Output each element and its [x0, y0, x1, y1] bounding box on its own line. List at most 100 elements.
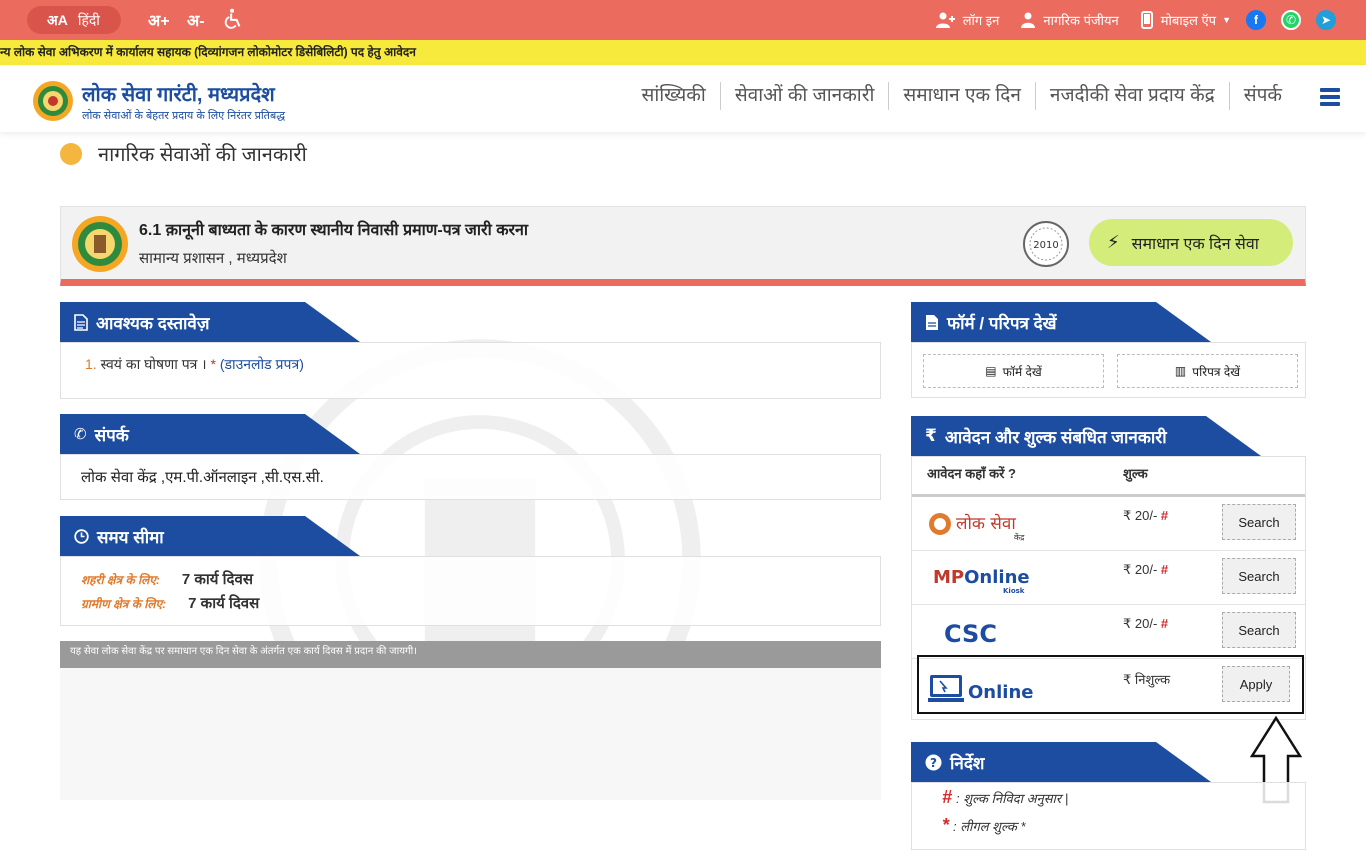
star-symbol: * [942, 815, 950, 835]
clock-icon [74, 528, 89, 544]
mobile-app-link[interactable]: मोबाइल ऍप ▼ [1140, 11, 1231, 29]
whatsapp-icon[interactable]: ✆ [1281, 10, 1301, 30]
lok-seva-logo: लोक सेवा केंद्र [928, 506, 1038, 542]
fee-amount: ₹ 20/- # [1123, 562, 1169, 577]
login-label: लॉग इन [962, 13, 1000, 28]
mobile-icon [1140, 11, 1153, 29]
fee-row-mponline: MPOnline Kiosk ₹ 20/- # Search [912, 551, 1305, 605]
guarantee-2010-badge: 2010 [1023, 221, 1069, 267]
book-icon: ▥ [1174, 364, 1187, 378]
fee-row-csc: CSC ₹ 20/- # Search [912, 605, 1305, 659]
hash-symbol: # [942, 787, 953, 807]
site-title[interactable]: लोक सेवा गारंटी, मध्यप्रदेश [82, 80, 275, 107]
online-apply-highlight [917, 655, 1304, 714]
site-header: लोक सेवा गारंटी, मध्यप्रदेश लोक सेवाओं क… [0, 65, 1366, 132]
required-star: * [210, 356, 216, 372]
fee-amount: ₹ 20/- # [1123, 508, 1169, 523]
nav-samadhan[interactable]: समाधान एक दिन [888, 82, 1035, 110]
contact-text: लोक सेवा केंद्र ,एम.पी.ऑनलाइन ,सी.एस.सी. [81, 469, 324, 486]
mponline-logo: MPOnline Kiosk [928, 560, 1038, 596]
instructions-box: # : शुल्क निविदा अनुसार | * : लीगल शुल्क… [911, 782, 1306, 850]
badge-year: 2010 [1033, 240, 1058, 251]
font-decrease-button[interactable]: अ- [187, 9, 205, 31]
news-ticker[interactable]: न्य लोक सेवा अभिकरण में कार्यालय सहायक (… [0, 40, 1366, 65]
view-circular-button[interactable]: ▥ परिपत्र देखें [1117, 354, 1298, 388]
language-toggle[interactable]: अA हिंदी [27, 6, 121, 34]
instructions-header: ? निर्देश [911, 742, 1211, 782]
document-icon [74, 313, 88, 331]
site-tagline: लोक सेवाओं के बेहतर प्रदाय के लिए निरंतर… [82, 110, 286, 122]
forms-heading: फॉर्म / परिपत्र देखें [947, 313, 1057, 333]
urban-value: 7 कार्य दिवस [181, 571, 253, 588]
mp-emblem-logo[interactable] [32, 80, 74, 122]
rural-time-row: ग्रामीण क्षेत्र के लिए: 7 कार्य दिवस [81, 593, 259, 613]
citizen-icon [60, 142, 82, 165]
document-item: 1. स्वयं का घोषणा पत्र । * (डाउनलोड प्रप… [85, 355, 304, 374]
login-link[interactable]: लॉग इन [935, 11, 1000, 29]
samadhan-ek-din-button[interactable]: ⚡ समाधान एक दिन सेवा [1089, 219, 1293, 266]
user-icon [1021, 12, 1036, 28]
nav-contact[interactable]: संपर्क [1228, 82, 1296, 110]
fees-table-header: आवेदन कहाँ करें ? शुल्क [912, 457, 1305, 497]
urban-time-row: शहरी क्षेत्र के लिए: 7 कार्य दिवस [81, 569, 253, 589]
top-bar: अA हिंदी अ+ अ- लॉग इन नागरिक पंजीयन मोबा… [0, 0, 1366, 40]
csc-logo-text: CSC [944, 620, 997, 648]
register-label: नागरिक पंजीयन [1043, 13, 1119, 28]
instruction-hash-row: # : शुल्क निविदा अनुसार | [942, 787, 1068, 808]
service-department: सामान्य प्रशासन , मध्यप्रदेश [139, 250, 287, 267]
register-link[interactable]: नागरिक पंजीयन [1021, 11, 1119, 29]
nav-nearby-centre[interactable]: नजदीकी सेवा प्रदाय केंद्र [1034, 82, 1229, 110]
samadhan-label: समाधान एक दिन सेवा [1131, 235, 1259, 253]
hamburger-menu-icon[interactable] [1320, 88, 1340, 106]
view-circular-label: परिपत्र देखें [1192, 364, 1241, 379]
accessibility-icon[interactable] [222, 8, 244, 30]
time-limit-box: शहरी क्षेत्र के लिए: 7 कार्य दिवस ग्रामी… [60, 556, 881, 626]
news-ticker-text[interactable]: न्य लोक सेवा अभिकरण में कार्यालय सहायक (… [0, 45, 416, 59]
file-icon [925, 314, 939, 331]
document-text: स्वयं का घोषणा पत्र । [100, 356, 207, 372]
telegram-icon[interactable]: ➤ [1316, 10, 1336, 30]
nav-services-info[interactable]: सेवाओं की जानकारी [719, 82, 889, 110]
svg-text:MPOnline: MPOnline [933, 567, 1030, 588]
top-right-links: लॉग इन नागरिक पंजीयन मोबाइल ऍप ▼ f ✆ ➤ [913, 0, 1336, 40]
search-mponline-button[interactable]: Search [1222, 558, 1296, 594]
search-lok-seva-button[interactable]: Search [1222, 504, 1296, 540]
csc-logo: CSC [928, 614, 1038, 650]
page-title: नागरिक सेवाओं की जानकारी [98, 144, 307, 166]
view-form-button[interactable]: ▤ फॉर्म देखें [923, 354, 1104, 388]
documents-heading: आवश्यक दस्तावेज़ [96, 313, 210, 333]
mponline-logo-subtext: Kiosk [1003, 587, 1025, 595]
fees-header: ₹ आवेदन और शुल्क संबधित जानकारी [911, 416, 1261, 456]
view-form-label: फॉर्म देखें [1002, 364, 1042, 379]
user-plus-icon [935, 12, 955, 28]
download-form-link[interactable]: (डाउनलोड प्रपत्र) [220, 356, 304, 372]
font-increase-button[interactable]: अ+ [148, 9, 170, 31]
mobile-app-label: मोबाइल ऍप [1160, 13, 1217, 28]
contact-box: लोक सेवा केंद्र ,एम.पी.ऑनलाइन ,सी.एस.सी. [60, 454, 881, 500]
fee-row-lok-seva: लोक सेवा केंद्र ₹ 20/- # Search [912, 497, 1305, 551]
time-limit-heading: समय सीमा [97, 527, 164, 547]
language-label: हिंदी [77, 11, 100, 28]
service-card: 6.1 क़ानूनी बाध्यता के कारण स्थानीय निवा… [60, 206, 1306, 286]
svg-text:?: ? [930, 756, 937, 770]
facebook-icon[interactable]: f [1246, 10, 1266, 30]
fees-heading: आवेदन और शुल्क संबधित जानकारी [944, 427, 1167, 447]
samadhan-note: यह सेवा लोक सेवा केंद्र पर समाधान एक दिन… [60, 641, 881, 668]
question-circle-icon: ? [925, 754, 942, 771]
nav-statistics[interactable]: सांख्यिकी [627, 82, 719, 110]
document-number: 1. [85, 356, 97, 372]
search-csc-button[interactable]: Search [1222, 612, 1296, 648]
mp-seal-icon [72, 216, 128, 272]
rupee-icon: ₹ [925, 426, 937, 445]
lightning-icon: ⚡ [1107, 232, 1120, 252]
chevron-down-icon: ▼ [1222, 15, 1231, 25]
translate-icon: अA [47, 11, 68, 28]
lok-seva-logo-subtext: केंद्र [1014, 532, 1025, 542]
instructions-heading: निर्देश [950, 753, 985, 773]
phone-icon: ✆ [74, 426, 87, 443]
rural-label: ग्रामीण क्षेत्र के लिए: [81, 597, 167, 611]
documents-box: 1. स्वयं का घोषणा पत्र । * (डाउनलोड प्रप… [60, 342, 881, 399]
lok-seva-logo-text: लोक सेवा [956, 513, 1016, 534]
col-fee-header: शुल्क [1123, 466, 1148, 481]
page-heading: नागरिक सेवाओं की जानकारी [60, 140, 307, 167]
